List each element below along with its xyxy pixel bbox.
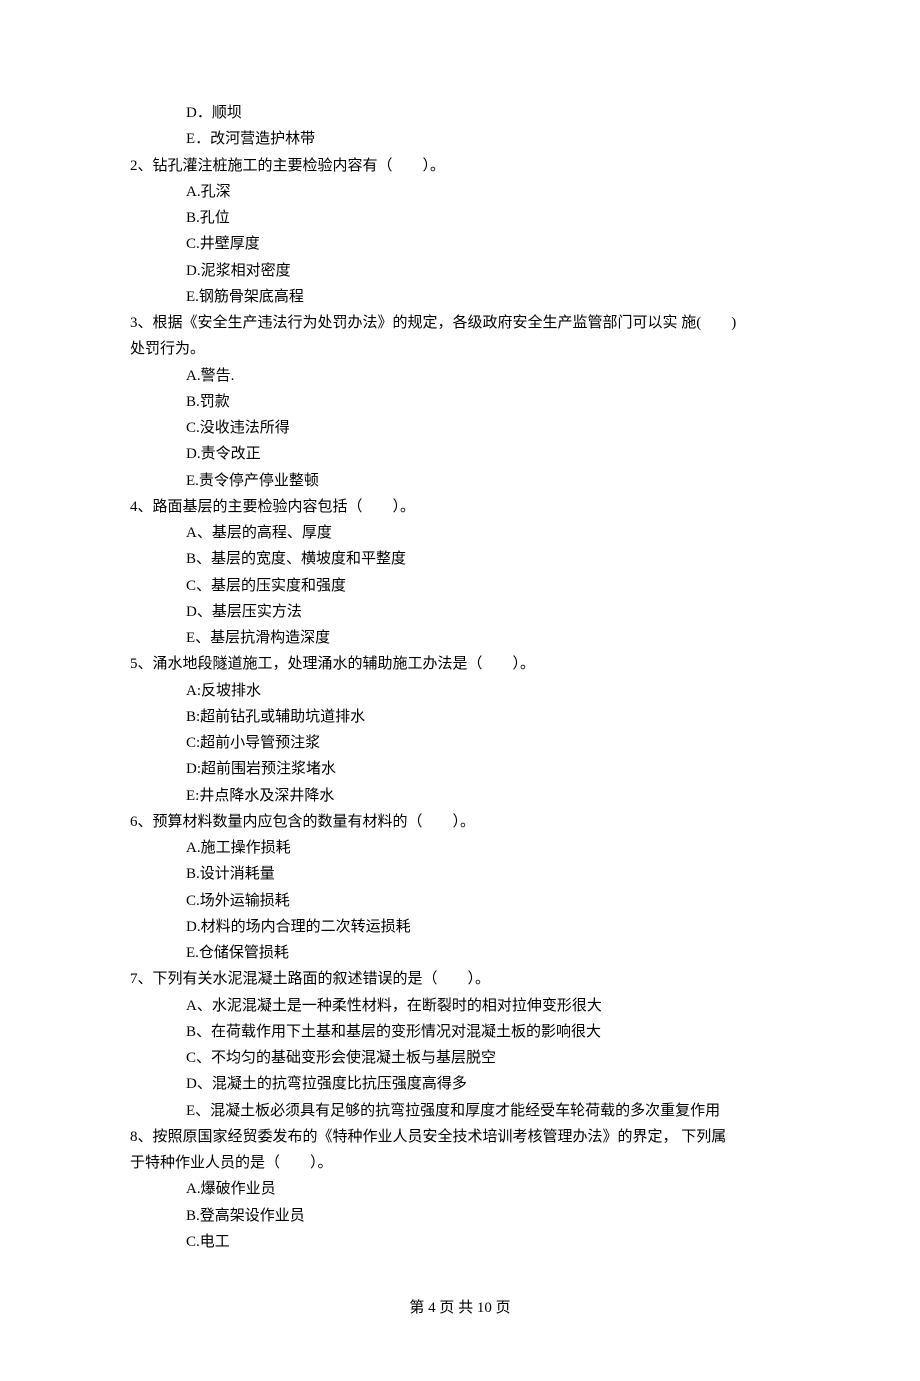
question-stem: 路面基层的主要检验内容包括（ ）。 [153,499,416,515]
question-stem: 下列有关水泥混凝土路面的叙述错误的是（ ）。 [153,971,491,987]
option: B.罚款 [130,389,790,415]
option: C.井壁厚度 [130,231,790,257]
option: D.泥浆相对密度 [130,258,790,284]
option: E:井点降水及深井降水 [130,783,790,809]
question-3: 3、根据《安全生产违法行为处罚办法》的规定，各级政府安全生产监管部门可以实 施(… [130,310,790,336]
question-number: 6 [130,814,138,830]
question-number: 3 [130,315,138,331]
question-stem-continue: 处罚行为。 [130,336,790,362]
question-stem: 涌水地段隧道施工，处理涌水的辅助施工办法是（ ）。 [153,656,536,672]
option: E.责令停产停业整顿 [130,468,790,494]
question-6: 6、预算材料数量内应包含的数量有材料的（ ）。 [130,809,790,835]
option: C、不均匀的基础变形会使混凝土板与基层脱空 [130,1045,790,1071]
option: C、基层的压实度和强度 [130,573,790,599]
option: C.没收违法所得 [130,415,790,441]
question-4: 4、路面基层的主要检验内容包括（ ）。 [130,494,790,520]
option: B.孔位 [130,205,790,231]
option: A、水泥混凝土是一种柔性材料，在断裂时的相对拉伸变形很大 [130,993,790,1019]
option: C.场外运输损耗 [130,888,790,914]
option: D、基层压实方法 [130,599,790,625]
question-2: 2、钻孔灌注桩施工的主要检验内容有（ ）。 [130,153,790,179]
orphan-option-d: D．顺坝 [130,100,790,126]
question-stem: 钻孔灌注桩施工的主要检验内容有（ ）。 [153,158,446,174]
option: C:超前小导管预注浆 [130,730,790,756]
option: B:超前钻孔或辅助坑道排水 [130,704,790,730]
option: A.警告. [130,363,790,389]
question-number: 5 [130,656,138,672]
option: E.仓储保管损耗 [130,940,790,966]
option: B、在荷载作用下土基和基层的变形情况对混凝土板的影响很大 [130,1019,790,1045]
question-8: 8、按照原国家经贸委发布的《特种作业人员安全技术培训考核管理办法》的界定， 下列… [130,1124,790,1150]
option: E、基层抗滑构造深度 [130,625,790,651]
option: B.登高架设作业员 [130,1203,790,1229]
option: B.设计消耗量 [130,861,790,887]
option: A.施工操作损耗 [130,835,790,861]
option: A.爆破作业员 [130,1176,790,1202]
option: A、基层的高程、厚度 [130,520,790,546]
option: D:超前围岩预注浆堵水 [130,756,790,782]
page-footer: 第 4 页 共 10 页 [130,1295,790,1321]
option: D.材料的场内合理的二次转运损耗 [130,914,790,940]
option: D、混凝土的抗弯拉强度比抗压强度高得多 [130,1071,790,1097]
option: C.电工 [130,1229,790,1255]
option: A:反坡排水 [130,678,790,704]
document-page: D．顺坝 E．改河营造护林带 2、钻孔灌注桩施工的主要检验内容有（ ）。 A.孔… [0,0,920,1381]
option: A.孔深 [130,179,790,205]
question-number: 4 [130,499,138,515]
question-number: 2 [130,158,138,174]
question-stem: 按照原国家经贸委发布的《特种作业人员安全技术培训考核管理办法》的界定， 下列属 [153,1129,727,1145]
option: B、基层的宽度、横坡度和平整度 [130,546,790,572]
option: E.钢筋骨架底高程 [130,284,790,310]
question-5: 5、涌水地段隧道施工，处理涌水的辅助施工办法是（ ）。 [130,651,790,677]
question-stem: 预算材料数量内应包含的数量有材料的（ ）。 [153,814,476,830]
option: D.责令改正 [130,441,790,467]
question-7: 7、下列有关水泥混凝土路面的叙述错误的是（ ）。 [130,966,790,992]
question-stem-continue: 于特种作业人员的是（ ）。 [130,1150,790,1176]
orphan-option-e: E．改河营造护林带 [130,126,790,152]
option: E、混凝土板必须具有足够的抗弯拉强度和厚度才能经受车轮荷载的多次重复作用 [130,1098,790,1124]
question-number: 7 [130,971,138,987]
question-number: 8 [130,1129,138,1145]
question-stem: 根据《安全生产违法行为处罚办法》的规定，各级政府安全生产监管部门可以实 施( ) [153,315,737,331]
